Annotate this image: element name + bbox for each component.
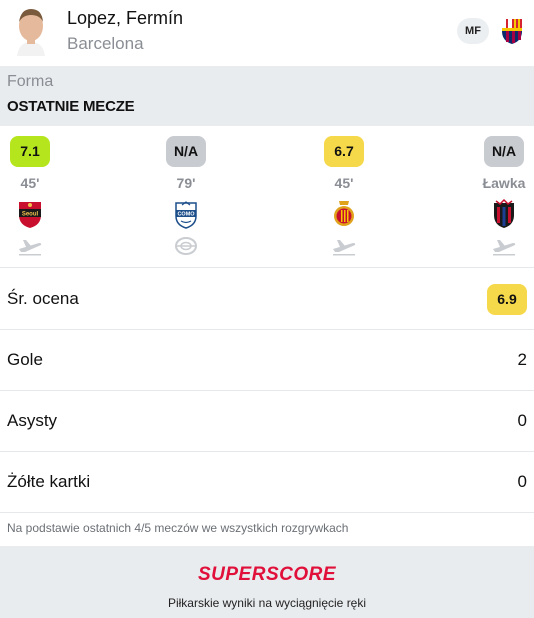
player-header: Lopez, Fermín Barcelona MF [0, 0, 534, 66]
section-title: OSTATNIE MECZE [7, 98, 135, 115]
match-rating-badge: 7.1 [10, 136, 50, 167]
como-crest-icon: COMO [175, 201, 197, 229]
stat-value: 2 [517, 350, 527, 369]
match-item[interactable]: N/A Ławka [474, 126, 534, 268]
stat-label: Asysty [7, 411, 58, 430]
match-minutes: 79' [176, 175, 196, 191]
stat-value: 0 [517, 411, 527, 430]
svg-text:COMO: COMO [177, 212, 195, 218]
superscore-logo[interactable]: SUPERSCORE [0, 564, 534, 586]
stat-row-yellow-cards: Żółte kartki 0 [0, 452, 534, 513]
svg-text:Seoul: Seoul [22, 212, 39, 218]
match-rating-badge: N/A [166, 136, 206, 167]
stat-label: Gole [7, 350, 43, 369]
footer-tagline: Piłkarskie wyniki na wyciągnięcie ręki [167, 596, 367, 610]
fc-seoul-crest-icon: Seoul [19, 202, 41, 228]
match-rating-badge: 6.7 [324, 136, 364, 167]
player-avatar[interactable] [13, 6, 49, 56]
stadium-home-icon [175, 237, 197, 255]
stat-row-avg-rating: Śr. ocena 6.9 [0, 269, 534, 330]
airplane-away-icon [493, 240, 516, 256]
levante-crest-icon [494, 199, 514, 228]
player-name: Lopez, Fermín [67, 8, 184, 28]
match-item[interactable]: N/A 79' COMO [156, 126, 216, 268]
airplane-away-icon [333, 240, 356, 256]
club-name[interactable]: Barcelona [67, 34, 144, 54]
recent-matches: 7.1 45' Seoul N/A 79' COMO 6.7 45' N/A Ł… [0, 126, 534, 268]
section-subtitle: Forma [7, 73, 54, 90]
stats-footnote: Na podstawie ostatnich 4/5 meczów we wsz… [7, 521, 349, 535]
match-rating-badge: N/A [484, 136, 524, 167]
stat-label: Śr. ocena [7, 289, 79, 308]
stat-row-assists: Asysty 0 [0, 391, 534, 452]
form-section-header: Forma OSTATNIE MECZE [0, 66, 534, 126]
airplane-away-icon [19, 240, 42, 256]
match-item[interactable]: 7.1 45' Seoul [0, 126, 60, 268]
match-minutes: 45' [20, 175, 40, 191]
match-item[interactable]: 6.7 45' [314, 126, 374, 268]
mallorca-crest-icon [334, 201, 354, 226]
stat-row-goals: Gole 2 [0, 330, 534, 391]
stat-label: Żółte kartki [7, 472, 91, 491]
barcelona-crest-icon[interactable] [500, 17, 524, 45]
match-minutes: Ławka [482, 175, 526, 191]
footer-banner[interactable]: SUPERSCORE Piłkarskie wyniki na wyciągni… [0, 546, 534, 618]
avg-rating-badge: 6.9 [487, 284, 527, 315]
match-minutes: 45' [334, 175, 354, 191]
stat-value: 0 [517, 472, 527, 491]
position-badge: MF [457, 18, 489, 44]
